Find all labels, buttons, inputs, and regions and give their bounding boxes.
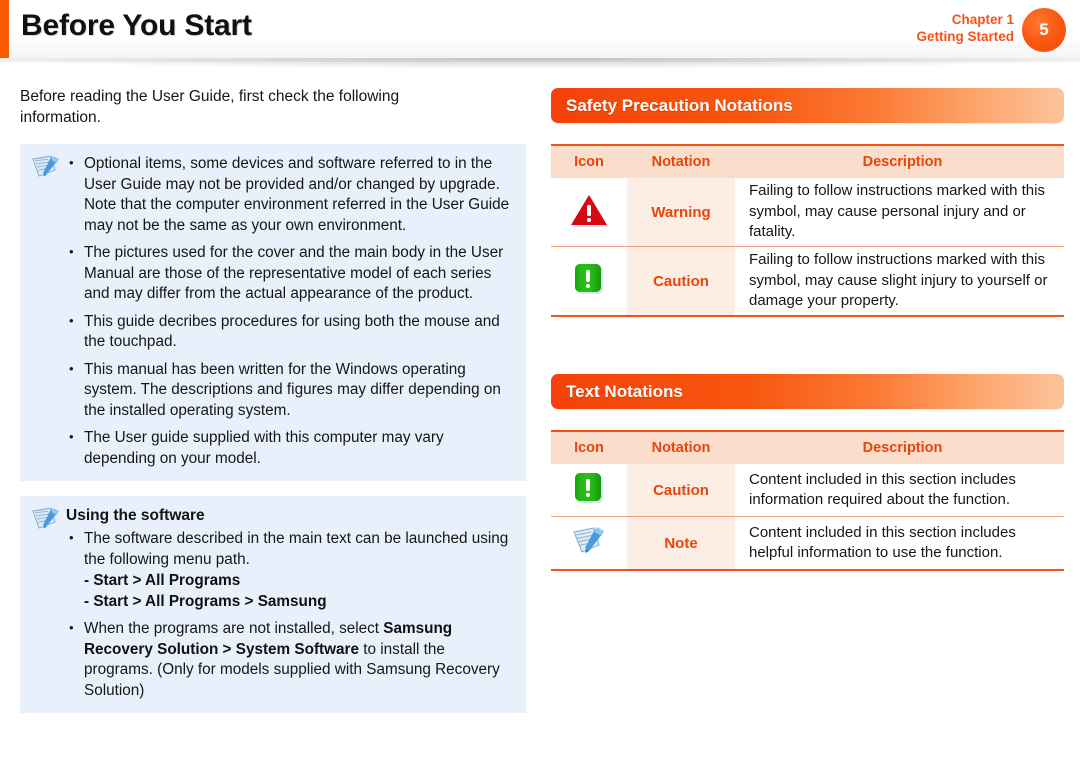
left-column: Before reading the User Guide, first che… — [20, 86, 526, 713]
right-column: Safety Precaution Notations Icon Notatio… — [551, 88, 1064, 571]
software-launch-text: The software described in the main text … — [84, 530, 509, 568]
list-item: The software described in the main text … — [66, 528, 512, 570]
cell-notation: Warning — [627, 178, 735, 247]
cell-notation: Note — [627, 516, 735, 571]
cell-description: Content included in this section include… — [735, 516, 1064, 571]
install-text-part1: When the programs are not installed, sel… — [84, 620, 384, 637]
page-number-badge: 5 — [1022, 8, 1066, 52]
safety-notation-table: Icon Notation Description Warning Failin… — [551, 144, 1064, 317]
section-title-text: Text Notations — [566, 381, 683, 401]
using-software-heading: Using the software — [66, 507, 205, 524]
cell-icon — [551, 178, 627, 247]
caution-square-icon — [571, 261, 607, 302]
page-header: Before You Start Chapter 1 Getting Start… — [0, 0, 1080, 62]
chapter-block: Chapter 1 Getting Started — [916, 11, 1014, 45]
table-header-row: Icon Notation Description — [551, 144, 1064, 178]
menu-path-1: - Start > All Programs — [84, 572, 241, 589]
page-title: Before You Start — [21, 9, 252, 42]
cell-notation: Caution — [627, 464, 735, 517]
note-pen-icon — [569, 524, 609, 563]
table-header-row: Icon Notation Description — [551, 430, 1064, 464]
list-item: The pictures used for the cover and the … — [66, 242, 512, 305]
table-row: Caution Failing to follow instructions m… — [551, 246, 1064, 317]
cell-icon — [551, 516, 627, 571]
list-item: When the programs are not installed, sel… — [66, 618, 512, 701]
column-header-notation: Notation — [627, 430, 735, 464]
header-accent-bar — [0, 0, 9, 58]
list-item: Optional items, some devices and softwar… — [66, 153, 512, 236]
column-header-description: Description — [735, 144, 1064, 178]
note-text-2: The pictures used for the cover and the … — [84, 244, 504, 302]
note-box-using-software: Using the software The software describe… — [20, 496, 526, 713]
table-row: Caution Content included in this section… — [551, 464, 1064, 517]
note-box-general: Optional items, some devices and softwar… — [20, 144, 526, 481]
note-box-using-software-body: Using the software The software describe… — [66, 507, 512, 701]
list-item: This guide decribes procedures for using… — [66, 311, 512, 353]
cell-notation: Caution — [627, 246, 735, 317]
cell-description: Failing to follow instructions marked wi… — [749, 182, 1045, 241]
note-text-3: This guide decribes procedures for using… — [84, 312, 500, 351]
section-header-text: Text Notations — [551, 374, 1064, 409]
cell-icon — [551, 246, 627, 317]
cell-description: Content included in this section include… — [749, 470, 1016, 509]
intro-text: Before reading the User Guide, first che… — [20, 88, 400, 126]
chapter-name: Getting Started — [916, 29, 1014, 44]
table-row: Warning Failing to follow instructions m… — [551, 178, 1064, 247]
column-header-icon: Icon — [551, 430, 627, 464]
install-programs-list: When the programs are not installed, sel… — [66, 618, 512, 701]
column-header-description: Description — [735, 430, 1064, 464]
column-header-icon: Icon — [551, 144, 627, 178]
using-software-list: The software described in the main text … — [66, 528, 512, 570]
general-notes-list: Optional items, some devices and softwar… — [66, 153, 512, 469]
note-text-4: This manual has been written for the Win… — [84, 360, 501, 419]
note-box-general-body: Optional items, some devices and softwar… — [66, 153, 512, 469]
warning-triangle-icon — [569, 192, 609, 233]
note-text-1: Optional items, some devices and softwar… — [84, 155, 510, 234]
caution-square-icon — [571, 470, 607, 511]
note-pen-icon — [31, 154, 61, 180]
cell-description: Failing to follow instructions marked wi… — [735, 246, 1064, 317]
header-shadow — [0, 58, 1080, 72]
menu-path-2: - Start > All Programs > Samsung — [84, 593, 327, 610]
list-item: The User guide supplied with this comput… — [66, 427, 512, 469]
section-title-safety: Safety Precaution Notations — [566, 95, 793, 115]
note-pen-icon — [31, 506, 61, 532]
section-header-safety: Safety Precaution Notations — [551, 88, 1064, 123]
note-text-5: The User guide supplied with this comput… — [84, 429, 444, 467]
list-item: This manual has been written for the Win… — [66, 359, 512, 422]
chapter-label: Chapter 1 — [951, 12, 1014, 27]
table-row: Note Content included in this section in… — [551, 516, 1064, 571]
column-header-notation: Notation — [627, 144, 735, 178]
text-notation-table: Icon Notation Description Caution Conten… — [551, 430, 1064, 571]
cell-icon — [551, 464, 627, 517]
